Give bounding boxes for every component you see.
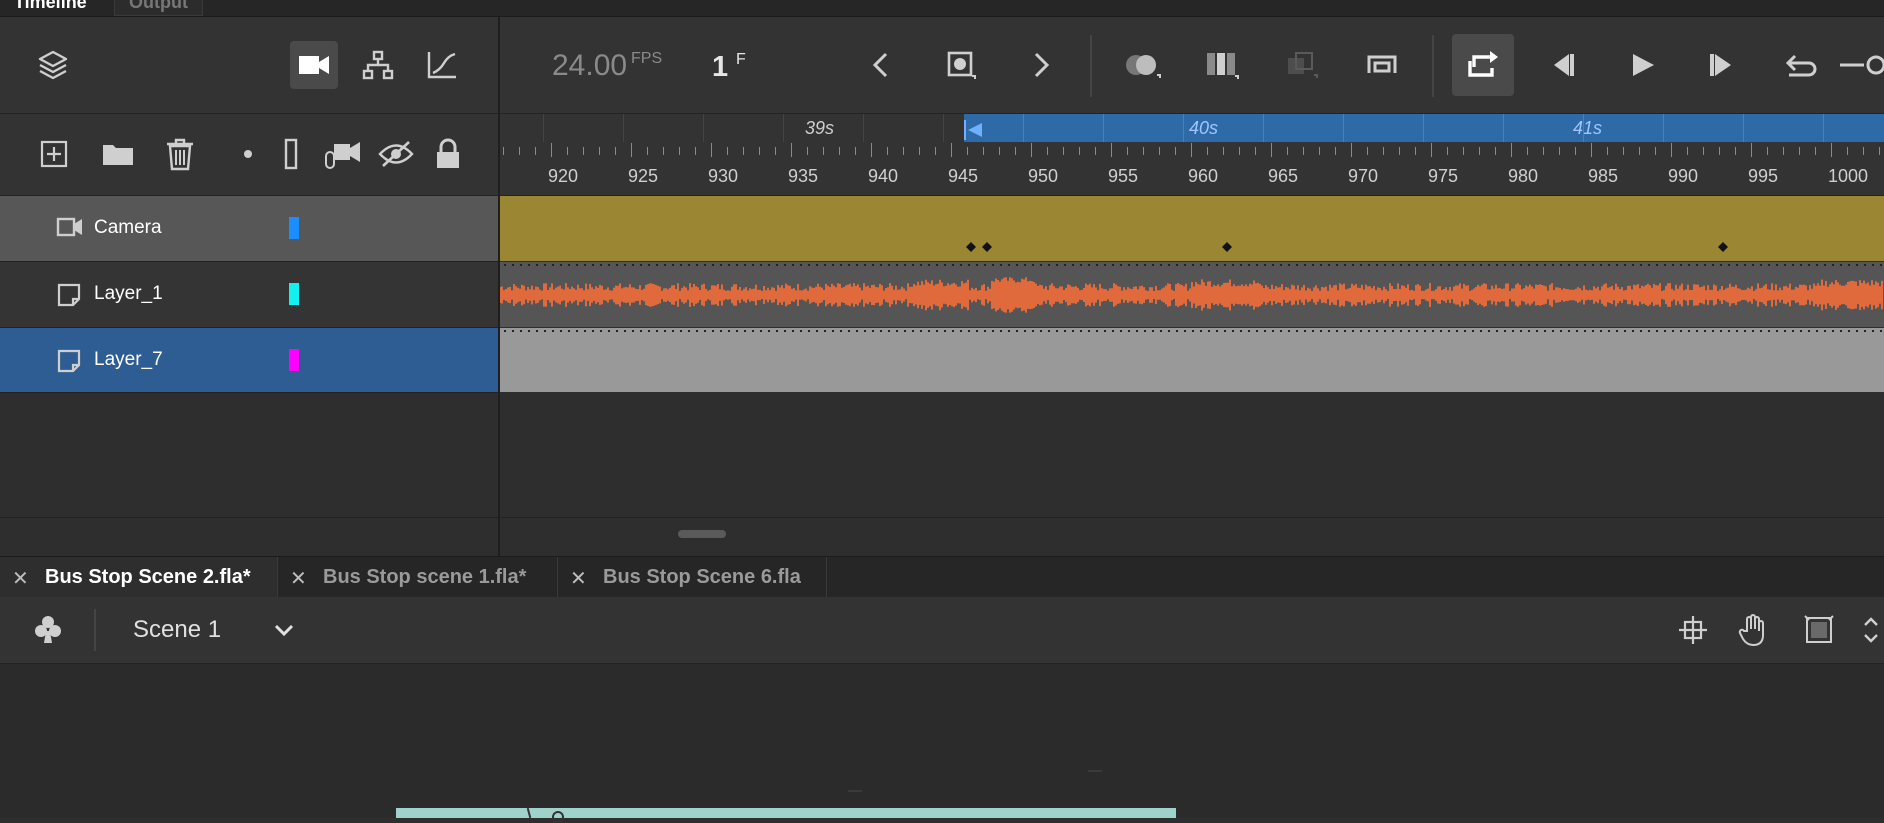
clip-content-icon[interactable] bbox=[1795, 606, 1843, 654]
keyframe-marker[interactable] bbox=[1221, 241, 1233, 253]
frame-unit: F bbox=[736, 51, 746, 68]
fps-value[interactable]: 24.00 bbox=[552, 49, 627, 83]
zoom-stepper-icon[interactable] bbox=[1858, 606, 1884, 654]
close-icon[interactable]: ✕ bbox=[12, 566, 29, 591]
frame-tick-label: 955 bbox=[1108, 166, 1139, 186]
doc-tab-label: Bus Stop scene 1.fla* bbox=[323, 566, 527, 588]
frame-row[interactable] bbox=[500, 262, 1884, 327]
doc-tab[interactable]: ✕ Bus Stop scene 1.fla* bbox=[278, 557, 558, 597]
undo-icon[interactable] bbox=[1778, 41, 1826, 89]
frame-tick-label: 960 bbox=[1188, 166, 1219, 186]
doc-tab[interactable]: ✕ Bus Stop Scene 2.fla* bbox=[0, 557, 278, 597]
frame-row[interactable] bbox=[500, 196, 1884, 261]
symbol-icon[interactable] bbox=[24, 606, 72, 654]
camera-layer-icon bbox=[56, 216, 84, 243]
horizontal-scrollbar[interactable] bbox=[678, 530, 726, 538]
layer-color-swatch[interactable] bbox=[289, 217, 299, 239]
edit-multiple-frames-icon[interactable] bbox=[1198, 41, 1246, 89]
layer-tools-bar bbox=[0, 114, 498, 196]
loop-icon[interactable] bbox=[1452, 34, 1514, 96]
frame-tick-label: 965 bbox=[1268, 166, 1299, 186]
layer-color-swatch[interactable] bbox=[289, 283, 299, 305]
frame-tick-label: 1000 bbox=[1828, 166, 1869, 186]
tab-timeline[interactable]: Timeline bbox=[0, 0, 101, 15]
stage-canvas[interactable] bbox=[396, 808, 1176, 818]
current-frame-value[interactable]: 1 bbox=[712, 51, 728, 84]
scene-bar: Scene 1 bbox=[0, 597, 1884, 664]
center-stage-icon[interactable] bbox=[1669, 606, 1717, 654]
layer-list-empty bbox=[0, 392, 498, 557]
close-icon[interactable]: ✕ bbox=[570, 566, 587, 591]
doc-tab-label: Bus Stop Scene 6.fla bbox=[603, 566, 801, 588]
document-tab-strip: ✕ Bus Stop Scene 2.fla* ✕ Bus Stop scene… bbox=[0, 556, 1884, 597]
paste-motion-icon[interactable] bbox=[1278, 41, 1326, 89]
dot-icon[interactable] bbox=[224, 130, 272, 178]
keyframe-marker[interactable] bbox=[981, 241, 993, 253]
keyframe-marker[interactable] bbox=[965, 241, 977, 253]
insert-keyframe-icon[interactable] bbox=[937, 41, 985, 89]
frames-empty-area bbox=[500, 392, 1884, 556]
zoom-slider-icon[interactable] bbox=[1838, 41, 1884, 89]
layer-color-swatch[interactable] bbox=[289, 349, 299, 371]
play-icon[interactable] bbox=[1618, 41, 1666, 89]
frame-tick-label: 920 bbox=[548, 166, 579, 186]
timeline-toolbar: 24.00 FPS 1 F bbox=[0, 17, 1884, 114]
camera-icon[interactable] bbox=[290, 41, 338, 89]
hierarchy-icon[interactable] bbox=[354, 41, 402, 89]
doc-tab[interactable]: ✕ Bus Stop Scene 6.fla bbox=[558, 557, 827, 597]
frame-dots bbox=[504, 264, 1882, 266]
frame-row[interactable] bbox=[500, 328, 1884, 393]
frame-tick-label: 990 bbox=[1668, 166, 1699, 186]
frame-tick-label: 925 bbox=[628, 166, 659, 186]
timeline-ruler[interactable]: 39s 40s 41s 920 925 930 935 940 945 950 955 960 9… bbox=[500, 114, 1884, 196]
close-icon[interactable]: ✕ bbox=[290, 566, 307, 591]
frame-tick-label: 945 bbox=[948, 166, 979, 186]
doc-tab-label: Bus Stop Scene 2.fla* bbox=[45, 566, 251, 588]
layer-name[interactable]: Layer_1 bbox=[94, 283, 163, 305]
new-layer-icon[interactable] bbox=[30, 130, 78, 178]
frame-tick-label: 975 bbox=[1428, 166, 1459, 186]
attach-camera-icon[interactable] bbox=[318, 130, 366, 178]
layer-name[interactable]: Layer_7 bbox=[94, 349, 163, 371]
hand-tool-icon[interactable] bbox=[1731, 606, 1779, 654]
lock-icon[interactable] bbox=[424, 130, 472, 178]
last-frame-icon[interactable] bbox=[1698, 41, 1746, 89]
layers-icon[interactable] bbox=[29, 41, 77, 89]
layer-row[interactable]: Layer_7 bbox=[0, 328, 498, 394]
panel-tab-strip: Timeline Output bbox=[0, 0, 1884, 17]
layer-row[interactable]: Camera bbox=[0, 196, 498, 262]
layer-name[interactable]: Camera bbox=[94, 217, 162, 239]
frame-tick-label: 985 bbox=[1588, 166, 1619, 186]
audio-waveform bbox=[500, 277, 1883, 313]
clip-icon[interactable] bbox=[1358, 41, 1406, 89]
chevron-down-icon[interactable] bbox=[260, 606, 308, 654]
hide-icon[interactable] bbox=[372, 130, 420, 178]
keyframe-marker[interactable] bbox=[1717, 241, 1729, 253]
graph-icon[interactable] bbox=[418, 41, 466, 89]
next-keyframe-icon[interactable] bbox=[1017, 41, 1065, 89]
onion-skin-icon[interactable] bbox=[1118, 41, 1166, 89]
frame-tick-label: 935 bbox=[788, 166, 819, 186]
frame-tick-label: 980 bbox=[1508, 166, 1539, 186]
layer-icon bbox=[56, 348, 82, 379]
frame-tick-label: 940 bbox=[868, 166, 899, 186]
frame-tick-label: 995 bbox=[1748, 166, 1779, 186]
new-folder-icon[interactable] bbox=[94, 130, 142, 178]
first-frame-icon[interactable] bbox=[1538, 41, 1586, 89]
frame-tick-label: 950 bbox=[1028, 166, 1059, 186]
frame-tick-label: 970 bbox=[1348, 166, 1379, 186]
frame-dots bbox=[504, 330, 1882, 332]
outline-icon[interactable] bbox=[267, 130, 315, 178]
frame-tick-label: 930 bbox=[708, 166, 739, 186]
scene-name[interactable]: Scene 1 bbox=[133, 616, 221, 644]
prev-keyframe-icon[interactable] bbox=[857, 41, 905, 89]
layer-row[interactable]: Layer_1 bbox=[0, 262, 498, 328]
stage-area[interactable] bbox=[0, 664, 1884, 823]
delete-icon[interactable] bbox=[156, 130, 204, 178]
fps-unit: FPS bbox=[631, 50, 663, 67]
tab-output[interactable]: Output bbox=[114, 0, 203, 16]
layer-icon bbox=[56, 282, 82, 313]
